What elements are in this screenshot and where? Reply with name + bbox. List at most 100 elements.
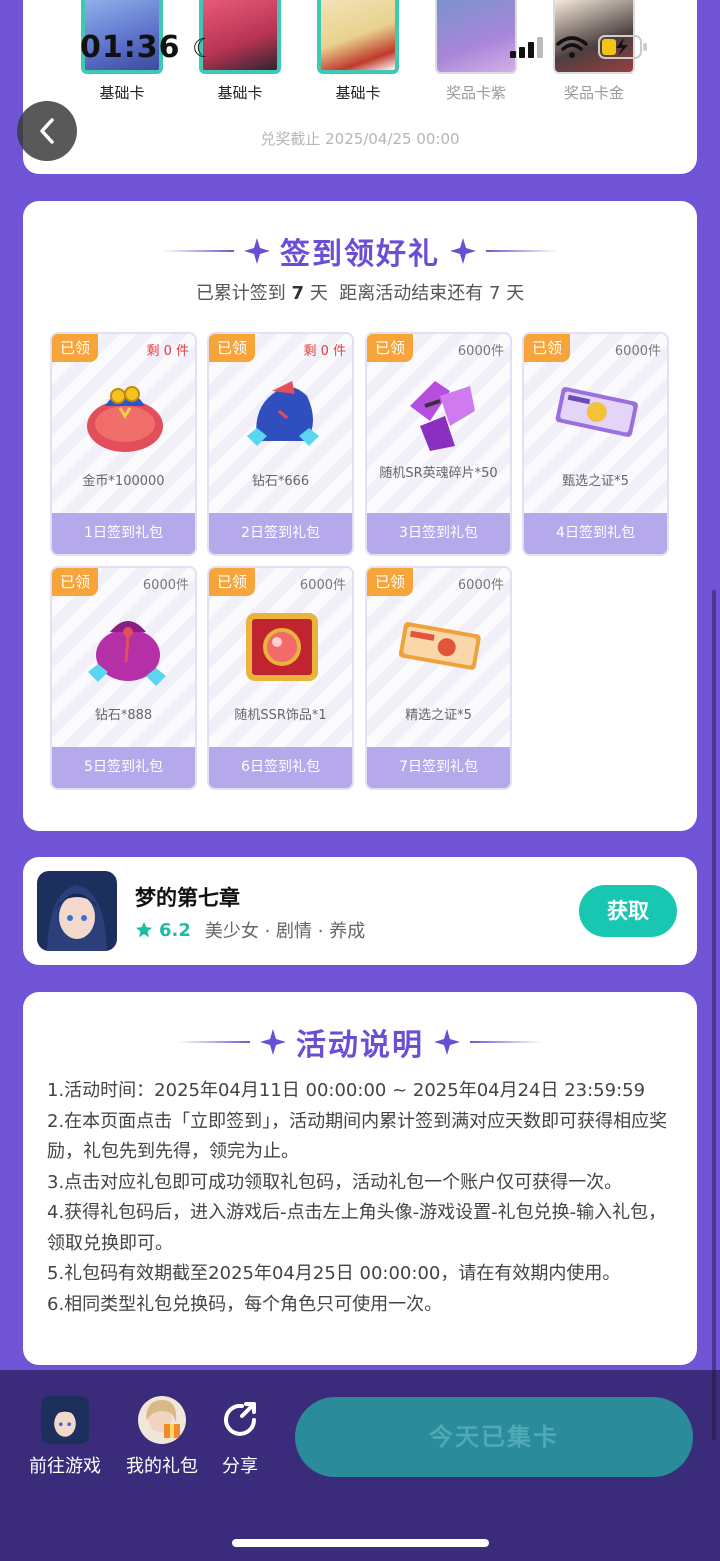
sparkle-icon: [260, 1029, 286, 1055]
gift-day-label: 7日签到礼包: [367, 747, 510, 788]
gift-day-4[interactable]: 已领 6000件 甄选之证*5 4日签到礼包: [522, 332, 669, 556]
sparkle-icon: [434, 1029, 460, 1055]
clock-text: 01:36: [80, 30, 181, 65]
stock-count: 剩 0 件: [303, 344, 346, 359]
game-info-card[interactable]: 梦的第七章 6.2 美少女 · 剧情 · 养成 获取: [23, 857, 697, 965]
gift-name: 随机SR英魂碎片*50: [379, 466, 498, 481]
redeem-deadline: 兑奖截止 2025/04/25 00:00: [260, 130, 460, 148]
gift-day-label: 1日签到礼包: [52, 513, 195, 554]
stock-count: 6000件: [457, 578, 504, 593]
gift-name: 精选之证*5: [405, 708, 472, 723]
progress-text: 天 距离活动结束还有: [309, 283, 484, 304]
claimed-badge: 已领: [52, 568, 98, 596]
treasure-box-icon: [246, 613, 318, 681]
soul-fragment-icon: [410, 381, 475, 451]
my-gifts-button[interactable]: 我的礼包: [122, 1396, 202, 1478]
progress-text: 已累计签到: [195, 283, 286, 304]
progress-text: 天: [506, 283, 525, 304]
game-meta: 6.2 美少女 · 剧情 · 养成: [135, 917, 365, 943]
card-label: 基础卡: [99, 84, 145, 102]
claimed-badge: 已领: [367, 334, 413, 362]
gift-day-label: 4日签到礼包: [524, 513, 667, 554]
rule-item: 1.活动时间：2025年04月11日 00:00:00 ~ 2025年04月24…: [47, 1080, 646, 1101]
gift-avatar-icon: [138, 1396, 186, 1444]
basic-card-3[interactable]: [317, 0, 399, 74]
diamond-bag-icon: [247, 381, 319, 446]
gift-name: 金币*100000: [82, 474, 165, 489]
scrollbar[interactable]: [712, 590, 716, 1440]
sign-in-rewards-panel: 签到领好礼 已累计签到 7 天 距离活动结束还有 7 天 已领 剩 0 件 金币…: [23, 201, 697, 831]
select-ticket-icon: [398, 622, 481, 670]
gift-day-1[interactable]: 已领 剩 0 件 金币*100000 1日签到礼包: [50, 332, 197, 556]
status-time: 01:36 ☾: [80, 30, 216, 65]
claimed-badge: 已领: [209, 334, 255, 362]
gift-day-3[interactable]: 已领 6000件 随机SR英魂碎片*50 3日签到礼包: [365, 332, 512, 556]
claimed-badge: 已领: [52, 334, 98, 362]
game-avatar-icon: [41, 1396, 89, 1444]
section-heading: 签到领好礼: [280, 237, 440, 272]
collected-cards-panel: 基础卡 基础卡 基础卡 奖品卡紫 奖品卡金 兑奖截止 2025/04/25 00…: [23, 0, 697, 174]
go-to-game-button[interactable]: 前往游戏: [25, 1396, 105, 1478]
gift-name: 钻石*666: [251, 474, 310, 489]
gift-day-7[interactable]: 已领 6000件 精选之证*5 7日签到礼包: [365, 566, 512, 790]
battery-icon: [598, 35, 647, 59]
wifi-icon: [556, 36, 588, 58]
divider: [162, 250, 234, 252]
stock-count: 6000件: [614, 344, 661, 359]
bottom-action-bar: 前往游戏 我的礼包 分享 今天已集卡: [0, 1370, 720, 1561]
my-gifts-label: 我的礼包: [126, 1456, 198, 1477]
rule-item: 4.获得礼包码后，进入游戏后-点击左上角头像-游戏设置-礼包兑换-输入礼包，领取…: [47, 1202, 667, 1254]
prize-card-purple[interactable]: [435, 0, 517, 74]
divider: [470, 1041, 542, 1043]
game-title: 梦的第七章: [135, 886, 240, 910]
chevron-left-icon: [40, 118, 54, 144]
collected-today-button[interactable]: 今天已集卡: [295, 1397, 693, 1477]
card-label: 奖品卡紫: [445, 84, 506, 102]
gift-day-label: 2日签到礼包: [209, 513, 352, 554]
back-button[interactable]: [17, 101, 77, 161]
home-indicator: [232, 1539, 489, 1547]
rules-title: 活动说明: [23, 1020, 697, 1064]
card-label: 基础卡: [217, 84, 263, 102]
gift-day-label: 3日签到礼包: [367, 513, 510, 554]
stock-count: 6000件: [457, 344, 504, 359]
game-icon[interactable]: [37, 871, 117, 951]
get-game-button[interactable]: 获取: [579, 885, 677, 937]
rules-list: 1.活动时间：2025年04月11日 00:00:00 ~ 2025年04月24…: [47, 1076, 677, 1320]
rule-item: 2.在本页面点击「立即签到」，活动期间内累计签到满对应天数即可获得相应奖励，礼包…: [47, 1110, 668, 1163]
share-icon: [216, 1396, 264, 1444]
stock-count: 6000件: [299, 578, 346, 593]
gift-day-5[interactable]: 已领 6000件 钻石*888 5日签到礼包: [50, 566, 197, 790]
go-game-label: 前往游戏: [29, 1456, 101, 1477]
gift-day-label: 6日签到礼包: [209, 747, 352, 788]
game-avatar-icon: [37, 871, 117, 951]
rating-value: 6.2: [159, 919, 191, 941]
card-label: 基础卡: [335, 84, 381, 102]
gift-day-label: 5日签到礼包: [52, 747, 195, 788]
claimed-badge: 已领: [209, 568, 255, 596]
game-tags: 美少女 · 剧情 · 养成: [204, 921, 366, 942]
remaining-days-count: 7: [489, 283, 501, 304]
claimed-badge: 已领: [367, 568, 413, 596]
star-icon: [135, 921, 153, 938]
gift-day-6[interactable]: 已领 6000件 随机SSR饰品*1 6日签到礼包: [207, 566, 354, 790]
stock-count: 6000件: [142, 578, 189, 593]
rule-item: 5.礼包码有效期截至2025年04月25日 00:00:00，请在有效期内使用。: [47, 1263, 621, 1284]
game-rating: 6.2: [135, 920, 191, 941]
ticket-icon: [555, 387, 638, 437]
rule-item: 3.点击对应礼包即可成功领取礼包码，活动礼包一个账户仅可获得一次。: [47, 1171, 623, 1193]
section-heading: 活动说明: [296, 1028, 424, 1063]
rule-item: 6.相同类型礼包兑换码，每个角色只可使用一次。: [47, 1293, 443, 1315]
moon-icon: ☾: [191, 34, 217, 64]
gold-coin-bag-icon: [87, 386, 163, 452]
gift-day-2[interactable]: 已领 剩 0 件 钻石*666 2日签到礼包: [207, 332, 354, 556]
signed-days-count: 7: [291, 283, 305, 304]
status-icons: [510, 34, 648, 60]
signal-icon: [510, 37, 543, 58]
activity-rules-panel: 活动说明 1.活动时间：2025年04月11日 00:00:00 ~ 2025年…: [23, 992, 697, 1365]
divider: [178, 1041, 250, 1043]
divider: [486, 250, 558, 252]
sparkle-icon: [244, 238, 270, 264]
share-button[interactable]: 分享: [200, 1396, 280, 1478]
gift-name: 钻石*888: [94, 708, 153, 723]
